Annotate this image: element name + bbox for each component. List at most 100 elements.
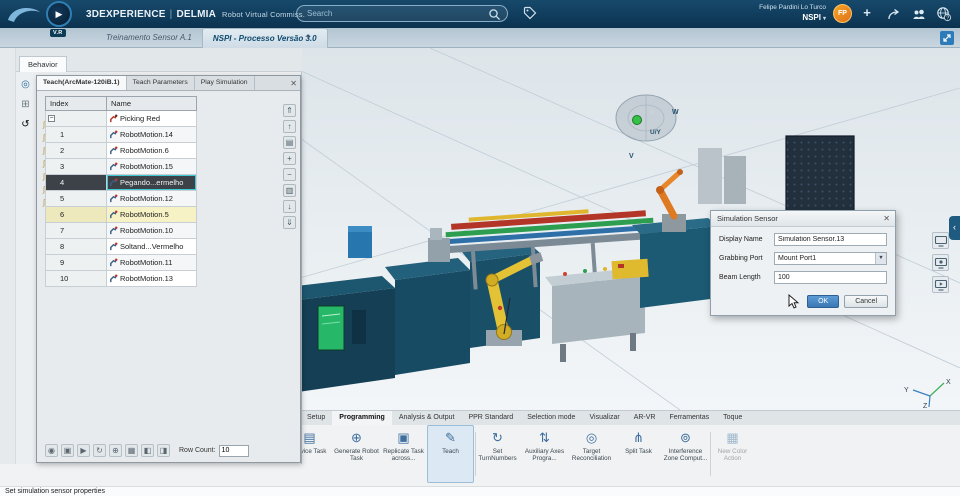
panel-left-icon[interactable]: ◧ [141, 444, 154, 457]
ribbon-tab[interactable]: Programming [332, 411, 392, 425]
display-name-field[interactable] [774, 233, 887, 246]
user-avatar[interactable]: FP [833, 4, 852, 23]
user-name[interactable]: Felipe Pardini Lo Turco [759, 4, 826, 11]
insert-icon[interactable]: ⊕ [109, 444, 122, 457]
ribbon-button[interactable]: ✎ Teach [427, 425, 476, 483]
scroll-up-icon[interactable]: ↑ [283, 120, 296, 133]
row-count-input[interactable] [218, 444, 249, 457]
new-tab-button[interactable]: + [300, 28, 316, 48]
ribbon-button[interactable]: ⊚ Interference Zone Comput... [662, 425, 711, 483]
ribbon-tab[interactable]: PPR Standard [461, 411, 520, 425]
cancel-button[interactable]: Cancel [844, 295, 888, 308]
row-name-cell[interactable]: Pegando...ermelho [107, 175, 197, 191]
row-expander-icon[interactable] [48, 115, 55, 122]
table-row[interactable]: 6 RobotMotion.5 [45, 207, 197, 223]
ribbon-tab[interactable]: Analysis & Output [392, 411, 462, 425]
render-mode-icon[interactable] [932, 232, 949, 249]
collapse-panel-arrow[interactable]: ‹ [949, 216, 960, 240]
row-index-cell[interactable]: 5 [45, 191, 107, 207]
expand-window-icon[interactable] [940, 31, 954, 45]
document-tab[interactable]: Treinamento Sensor A.1 [96, 28, 202, 48]
ribbon-button[interactable]: ⋔ Split Task [615, 425, 662, 483]
row-name-cell[interactable]: RobotMotion.14 [107, 127, 197, 143]
close-icon[interactable]: ✕ [290, 77, 297, 91]
scroll-top-icon[interactable]: ⇑ [283, 104, 296, 117]
row-name-cell[interactable]: RobotMotion.15 [107, 159, 197, 175]
chevron-down-icon[interactable]: ▼ [875, 253, 886, 264]
ribbon-button[interactable]: ↻ Set TurnNumbers [474, 425, 521, 483]
ribbon-button[interactable]: ⇅ Auxiliary Axes Progra... [521, 425, 568, 483]
help-globe-icon[interactable]: ? [935, 5, 953, 23]
ribbon-tab[interactable]: AR-VR [627, 411, 663, 425]
column-header-index[interactable]: Index [45, 96, 107, 111]
grabbing-port-select[interactable]: Mount Port1 ▼ [774, 252, 887, 265]
row-index-cell[interactable]: 7 [45, 223, 107, 239]
global-search[interactable] [296, 5, 508, 22]
ribbon-tab[interactable]: Ferramentas [662, 411, 716, 425]
share-icon[interactable] [884, 5, 902, 23]
ribbon-button[interactable]: ◎ Target Reconciliation [568, 425, 615, 483]
play-simulation-compass-icon[interactable]: ▶ [46, 1, 72, 27]
row-index-cell[interactable]: 10 [45, 271, 107, 287]
table-row[interactable]: 2 RobotMotion.6 [45, 143, 197, 159]
row-name-cell[interactable]: Soltand...Vermelho [107, 239, 197, 255]
target-icon[interactable]: ◉ [45, 444, 58, 457]
ribbon-tab[interactable]: Visualizar [582, 411, 626, 425]
row-name-cell[interactable]: RobotMotion.11 [107, 255, 197, 271]
table-row[interactable]: 9 RobotMotion.11 [45, 255, 197, 271]
table-row[interactable]: 8 Soltand...Vermelho [45, 239, 197, 255]
row-index-cell[interactable]: 4 [45, 175, 107, 191]
teach-tab[interactable]: Play Simulation [195, 76, 255, 90]
row-name-cell[interactable]: RobotMotion.10 [107, 223, 197, 239]
ribbon-button[interactable]: ⊕ Generate Robot Task [333, 425, 380, 483]
row-index-cell[interactable]: 2 [45, 143, 107, 159]
table-row[interactable]: 4 Pegando...ermelho [45, 175, 197, 191]
search-input[interactable] [307, 7, 482, 20]
close-icon[interactable]: ✕ [883, 211, 890, 226]
row-index-cell[interactable]: 6 [45, 207, 107, 223]
ok-button[interactable]: OK [807, 295, 840, 308]
simulation-loop-icon[interactable]: ↺ [19, 118, 32, 131]
table-row[interactable]: 10 RobotMotion.13 [45, 271, 197, 287]
scroll-bottom-icon[interactable]: ⇓ [283, 216, 296, 229]
row-index-cell[interactable]: 3 [45, 159, 107, 175]
matrix-icon[interactable]: ▦ [125, 444, 138, 457]
table-row[interactable]: 7 RobotMotion.10 [45, 223, 197, 239]
row-name-cell[interactable]: RobotMotion.13 [107, 271, 197, 287]
grid-select-icon[interactable]: ▣ [61, 444, 74, 457]
remove-row-icon[interactable]: − [283, 168, 296, 181]
scroll-down-icon[interactable]: ↓ [283, 200, 296, 213]
beam-length-field[interactable] [774, 271, 887, 284]
workspace-selector[interactable]: NSPI ▾ [802, 13, 826, 22]
ribbon-button[interactable]: ▦ New Color Action [709, 425, 756, 483]
row-name-cell[interactable]: RobotMotion.12 [107, 191, 197, 207]
search-icon[interactable] [488, 8, 501, 21]
teach-tab[interactable]: Teach(ArcMate-120iB.1) [37, 76, 127, 90]
row-index-cell[interactable]: 1 [45, 127, 107, 143]
ribbon-tab[interactable]: Setup [300, 411, 332, 425]
behavior-tree-icon[interactable]: ⊞ [19, 98, 32, 111]
add-row-icon[interactable]: + [283, 152, 296, 165]
table-grid-alt-icon[interactable]: ▥ [283, 184, 296, 197]
tag-icon[interactable] [523, 6, 537, 20]
panel-right-icon[interactable]: ◨ [157, 444, 170, 457]
table-grid-icon[interactable]: ▤ [283, 136, 296, 149]
table-row[interactable]: 1 RobotMotion.14 [45, 127, 197, 143]
table-row[interactable]: 3 RobotMotion.15 [45, 159, 197, 175]
row-index-cell[interactable]: 8 [45, 239, 107, 255]
column-header-name[interactable]: Name [107, 96, 197, 111]
row-name-cell[interactable]: RobotMotion.6 [107, 143, 197, 159]
ribbon-tab[interactable]: Selection mode [520, 411, 582, 425]
camera-view-icon[interactable] [932, 276, 949, 293]
play-icon[interactable]: ▶ [77, 444, 90, 457]
communities-icon[interactable] [910, 5, 928, 23]
table-row[interactable]: 5 RobotMotion.12 [45, 191, 197, 207]
row-index-cell[interactable] [45, 111, 107, 127]
refresh-icon[interactable]: ↻ [93, 444, 106, 457]
row-name-cell[interactable]: RobotMotion.5 [107, 207, 197, 223]
row-index-cell[interactable]: 9 [45, 255, 107, 271]
ribbon-tab[interactable]: Toque [716, 411, 749, 425]
ribbon-button[interactable]: ▣ Replicate Task across... [380, 425, 429, 483]
teach-tab[interactable]: Teach Parameters [127, 76, 195, 90]
row-name-cell[interactable]: Picking Red [107, 111, 197, 127]
